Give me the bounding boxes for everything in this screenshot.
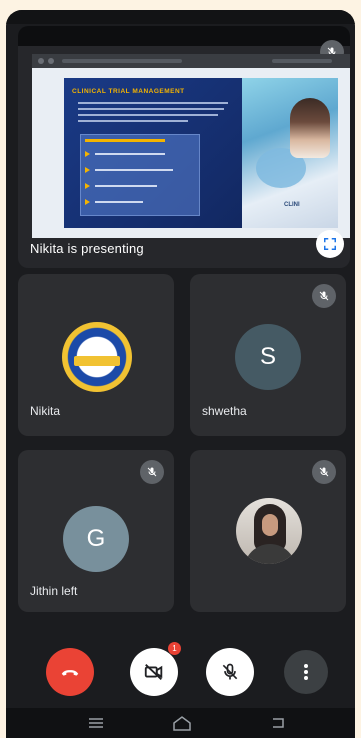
camera-toggle-button[interactable]: [130, 648, 178, 696]
mic-toggle-button[interactable]: [206, 648, 254, 696]
slide-title: CLINICAL TRIAL MANAGEMENT: [72, 88, 185, 95]
home-button[interactable]: [170, 714, 194, 732]
more-vertical-icon: [304, 664, 308, 680]
mic-off-icon: [319, 467, 329, 477]
phone-hangup-icon: [61, 670, 79, 676]
home-icon: [173, 716, 191, 731]
meet-call-screen: CLINICAL TRIAL MANAGEMENT CLINI Nikita i…: [6, 10, 355, 738]
participant-mute-indicator: [312, 460, 336, 484]
presentation-tile[interactable]: CLINICAL TRIAL MANAGEMENT CLINI Nikita i…: [18, 26, 350, 268]
back-icon: [273, 718, 284, 728]
back-button[interactable]: [266, 714, 290, 732]
system-navigation-bar: [6, 708, 355, 738]
call-controls-bar: 1: [6, 624, 355, 708]
participant-name: Nikita: [30, 404, 61, 418]
participant-tile-jithin[interactable]: G Jithin left: [18, 450, 174, 612]
participant-avatar: G: [63, 506, 129, 572]
participant-mute-indicator: [140, 460, 164, 484]
end-call-button[interactable]: [46, 648, 94, 696]
recents-button[interactable]: [84, 714, 108, 732]
fullscreen-icon: [324, 238, 336, 250]
camera-notification-badge: 1: [168, 642, 181, 655]
more-options-button[interactable]: [284, 650, 328, 694]
participant-tile-nikita[interactable]: Nikita: [18, 274, 174, 436]
participant-name: shwetha: [202, 404, 247, 418]
shared-slide-area: CLINICAL TRIAL MANAGEMENT CLINI: [32, 68, 350, 238]
participant-name: Jithin left: [30, 584, 78, 598]
mic-off-icon: [319, 291, 329, 301]
participant-avatar-logo: [62, 322, 132, 392]
video-off-icon: [144, 663, 163, 681]
participant-tile-photo[interactable]: [190, 450, 346, 612]
menu-icon: [89, 718, 103, 728]
slide-bullet-box: [80, 134, 200, 216]
participant-tile-shwetha[interactable]: S shwetha: [190, 274, 346, 436]
participant-mute-indicator: [312, 284, 336, 308]
shared-browser-toolbar: [32, 54, 350, 68]
mic-off-icon: [222, 663, 238, 680]
presenting-label: Nikita is presenting: [30, 241, 144, 256]
fullscreen-button[interactable]: [316, 230, 344, 258]
status-bar: [6, 10, 355, 24]
shared-screen-header: [18, 26, 350, 46]
slide-logo: CLINI: [284, 202, 300, 208]
participant-avatar: S: [235, 324, 301, 390]
participant-avatar-photo: [236, 498, 302, 564]
slide-image: CLINI: [242, 78, 338, 228]
slide: CLINICAL TRIAL MANAGEMENT CLINI: [64, 78, 338, 228]
mic-off-icon: [147, 467, 157, 477]
